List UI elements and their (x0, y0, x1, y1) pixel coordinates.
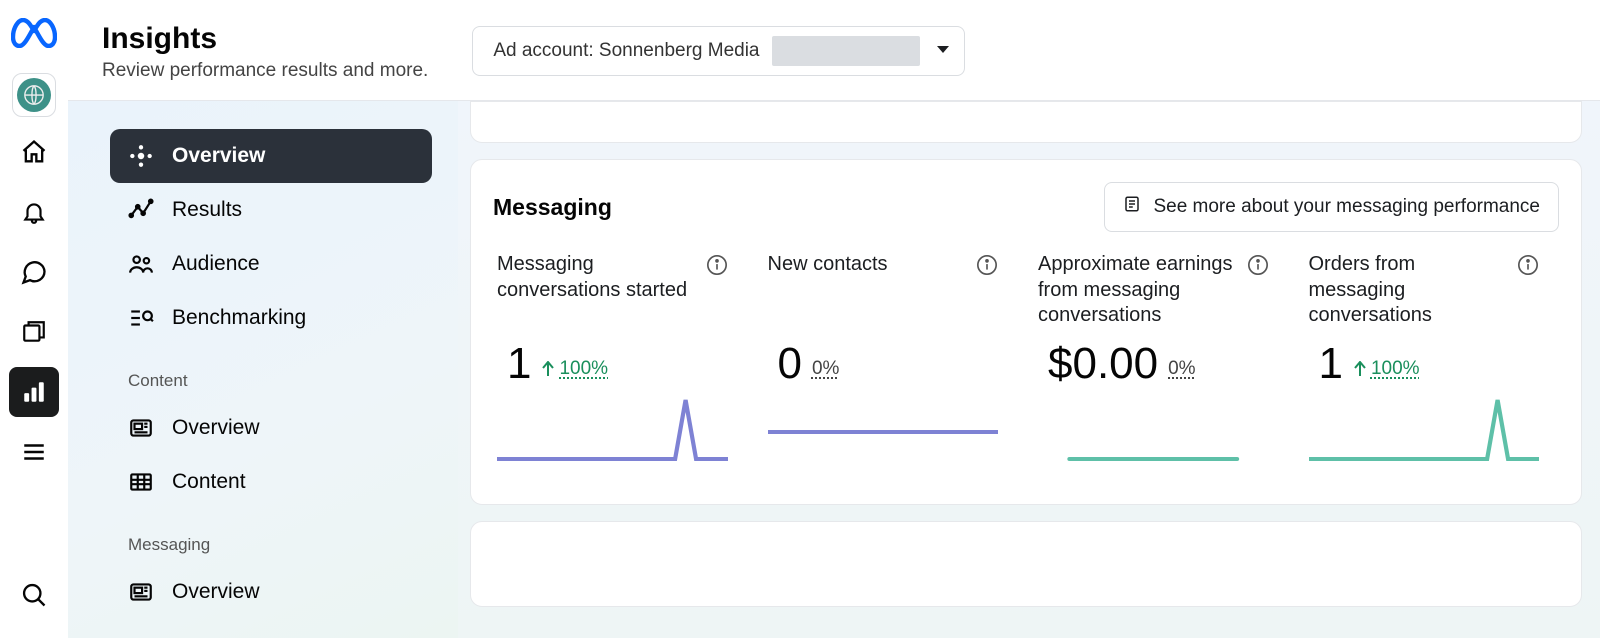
sidebar-item-label: Overview (172, 580, 260, 604)
sidebar-item-overview[interactable]: Overview (110, 129, 432, 183)
report-icon (1123, 195, 1141, 219)
metric-2: Approximate earnings from messaging conv… (1018, 246, 1289, 484)
sidebar-item-label: Overview (172, 416, 260, 440)
sparkline (1038, 394, 1269, 474)
bell-icon[interactable] (9, 187, 59, 237)
meta-logo (11, 18, 57, 53)
avatar-icon (17, 78, 51, 112)
sparkle-icon (128, 143, 154, 169)
sidebar-section-content: Content (110, 345, 432, 401)
metric-value: $0.00 (1048, 342, 1158, 386)
people-icon (128, 251, 154, 277)
metric-1: New contacts 0 0% (748, 246, 1019, 484)
info-icon[interactable] (706, 254, 728, 281)
sidebar-item-messaging-overview[interactable]: Overview (110, 565, 432, 619)
metric-delta: 100% (1353, 358, 1420, 386)
metric-delta: 100% (541, 358, 608, 386)
page-subtitle: Review performance results and more. (102, 60, 428, 82)
sidebar-item-label: Content (172, 470, 246, 494)
info-icon[interactable] (1517, 254, 1539, 281)
metric-title: Orders from messaging conversations (1309, 252, 1510, 329)
sidebar-item-content-overview[interactable]: Overview (110, 401, 432, 455)
sidebar-item-audience[interactable]: Audience (110, 237, 432, 291)
sidebar-item-content[interactable]: Content (110, 455, 432, 509)
ad-account-select[interactable]: Ad account: Sonnenberg Media (472, 26, 964, 76)
newspaper-icon (128, 579, 154, 605)
insights-icon[interactable] (9, 367, 59, 417)
page-header: Insights Review performance results and … (68, 0, 1600, 100)
menu-icon[interactable] (9, 427, 59, 477)
sidebar-item-results[interactable]: Results (110, 183, 432, 237)
metric-title: Approximate earnings from messaging conv… (1038, 252, 1239, 329)
benchmark-icon (128, 305, 154, 331)
redacted-account-value (772, 36, 920, 66)
newspaper-icon (128, 415, 154, 441)
metric-value: 1 (507, 342, 531, 386)
sidebar: Overview Results Audience Benchmarking (68, 101, 458, 638)
card-below-stub (470, 521, 1582, 607)
messaging-card-title: Messaging (493, 194, 612, 221)
metric-delta: 0% (1168, 358, 1195, 386)
sidebar-item-label: Overview (172, 144, 265, 168)
metric-title: Messaging conversations started (497, 252, 698, 303)
left-rail (0, 0, 68, 638)
sparkline (1309, 394, 1540, 474)
see-more-messaging-button[interactable]: See more about your messaging performanc… (1104, 182, 1559, 232)
metric-value: 0 (778, 342, 802, 386)
metric-0: Messaging conversations started 1 100% (493, 246, 748, 484)
chat-icon[interactable] (9, 247, 59, 297)
messaging-card: Messaging See more about your messaging … (470, 159, 1582, 505)
main-content: Messaging See more about your messaging … (458, 101, 1600, 638)
info-icon[interactable] (1247, 254, 1269, 281)
posts-icon[interactable] (9, 307, 59, 357)
info-icon[interactable] (976, 254, 998, 281)
trend-icon (128, 197, 154, 223)
sidebar-item-label: Benchmarking (172, 306, 306, 330)
card-above-stub (470, 101, 1582, 143)
home-icon[interactable] (9, 127, 59, 177)
caret-down-icon (936, 42, 950, 60)
metric-3: Orders from messaging conversations 1 100… (1289, 246, 1560, 484)
sidebar-item-benchmarking[interactable]: Benchmarking (110, 291, 432, 345)
sidebar-item-label: Audience (172, 252, 260, 276)
metric-title: New contacts (768, 252, 888, 278)
sparkline (497, 394, 728, 474)
sidebar-section-messaging: Messaging (110, 509, 432, 565)
sparkline (768, 394, 999, 474)
search-icon[interactable] (9, 570, 59, 620)
profile-avatar[interactable] (12, 73, 56, 117)
sidebar-item-label: Results (172, 198, 242, 222)
grid-icon (128, 469, 154, 495)
metric-value: 1 (1319, 342, 1343, 386)
metric-delta: 0% (812, 358, 839, 386)
page-title: Insights (102, 22, 428, 56)
see-more-label: See more about your messaging performanc… (1153, 196, 1540, 218)
ad-account-label: Ad account: Sonnenberg Media (493, 40, 759, 62)
